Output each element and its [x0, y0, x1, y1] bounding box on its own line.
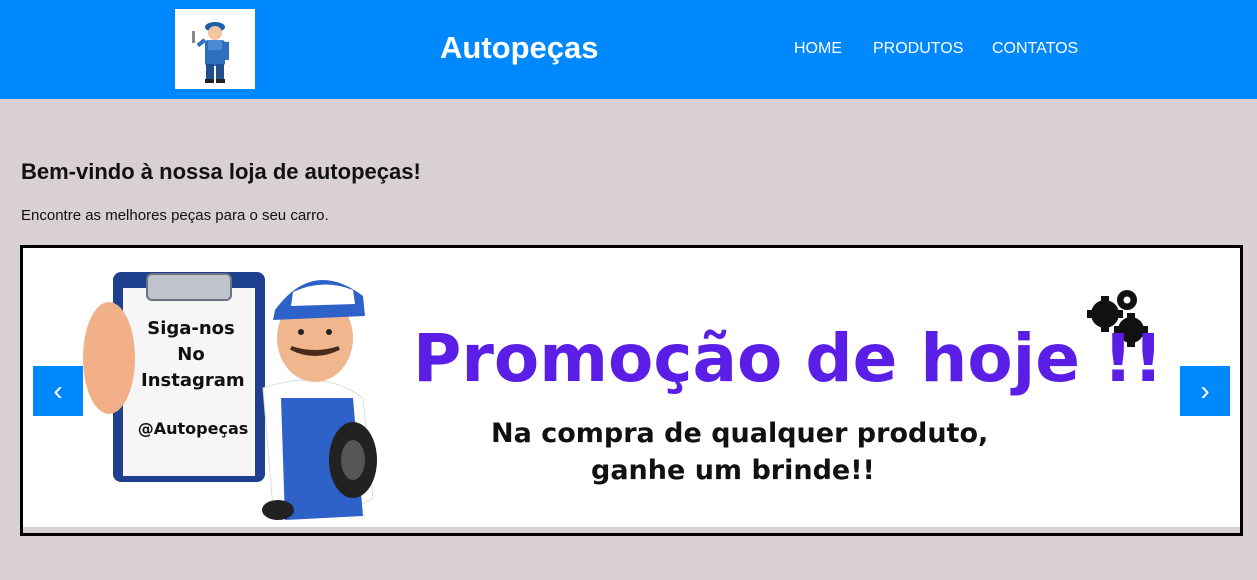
welcome-subtitle: Encontre as melhores peças para o seu ca…: [21, 207, 329, 224]
mechanic-logo[interactable]: [175, 9, 255, 89]
clipboard-line: Instagram: [141, 370, 245, 391]
clipboard-text: Siga-nos No Instagram: [141, 316, 245, 394]
welcome-heading: Bem-vindo à nossa loja de autopeças!: [21, 159, 421, 184]
promo-carousel: Siga-nos No Instagram @Autopeças Promoçã…: [20, 245, 1243, 536]
carousel-slide: Siga-nos No Instagram @Autopeças Promoçã…: [23, 248, 1240, 527]
nav-home-link[interactable]: HOME: [794, 40, 842, 58]
nav-contatos-link[interactable]: CONTATOS: [992, 40, 1078, 58]
clipboard-line: No: [177, 344, 205, 365]
clipboard-line: Siga-nos: [147, 318, 235, 339]
promo-line-1: Na compra de qualquer produto,: [491, 418, 989, 449]
instagram-handle: @Autopeças: [137, 419, 249, 438]
mechanic-icon: [192, 22, 229, 83]
carousel-next-button[interactable]: ›: [1180, 366, 1230, 416]
site-header: Autopeças HOME PRODUTOS CONTATOS: [0, 0, 1257, 99]
carousel-bottom-strip: [23, 527, 1240, 533]
nav-produtos-link[interactable]: PRODUTOS: [873, 40, 963, 58]
promo-line-2: ganhe um brinde!!: [591, 455, 875, 486]
promo-title: Promoção de hoje !!: [413, 320, 1164, 397]
site-title: Autopeças: [440, 30, 599, 65]
carousel-prev-button[interactable]: ‹: [33, 366, 83, 416]
